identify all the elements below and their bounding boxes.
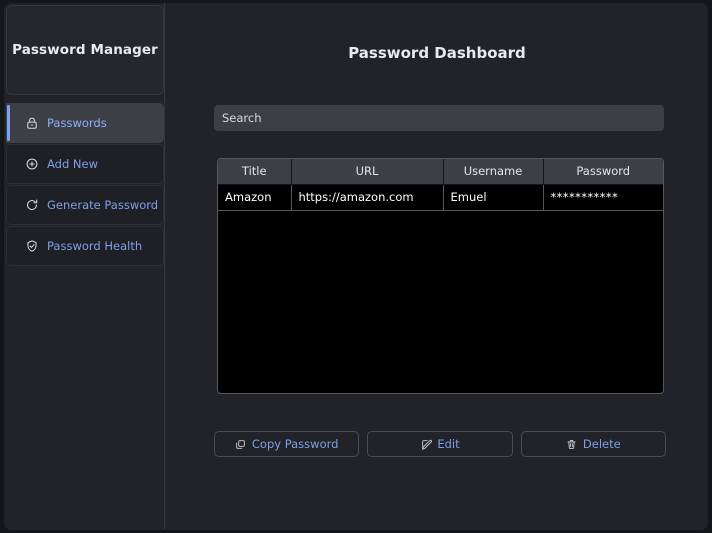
- sidebar-item-label: Passwords: [47, 116, 107, 130]
- cell-username: Emuel: [443, 184, 544, 211]
- cell-url: https://amazon.com: [291, 184, 444, 211]
- app-title: Password Manager: [12, 42, 158, 58]
- sidebar-item-label: Generate Password: [47, 198, 159, 212]
- edit-button[interactable]: Edit: [367, 431, 513, 457]
- table-row[interactable]: Amazon https://amazon.com Emuel ********…: [218, 184, 663, 211]
- shield-check-icon: [24, 239, 39, 254]
- page-title: Password Dashboard: [348, 44, 526, 62]
- cell-title: Amazon: [218, 184, 292, 211]
- lock-icon: [24, 116, 39, 131]
- copy-password-button[interactable]: Copy Password: [214, 431, 360, 457]
- password-table: Title URL Username Password Amazon https…: [218, 159, 663, 211]
- sidebar-item-passwords[interactable]: Passwords: [6, 103, 164, 143]
- password-table-container: Title URL Username Password Amazon https…: [217, 158, 664, 394]
- column-header-title[interactable]: Title: [218, 159, 292, 185]
- copy-icon: [235, 438, 247, 450]
- sidebar-item-label: Add New: [47, 157, 99, 171]
- sidebar-nav: Passwords Add New Generate Password Pass…: [6, 103, 164, 267]
- table-header-row: Title URL Username Password: [218, 159, 663, 185]
- sidebar: Password Manager Passwords Add New Gener…: [4, 3, 165, 530]
- sidebar-item-generate-password[interactable]: Generate Password: [6, 185, 164, 225]
- column-header-url[interactable]: URL: [291, 159, 444, 185]
- delete-button[interactable]: Delete: [520, 431, 666, 457]
- edit-pencil-icon: [420, 438, 432, 450]
- main-content: Password Dashboard Title URL Username Pa…: [166, 3, 708, 530]
- sidebar-item-label: Password Health: [47, 239, 143, 253]
- delete-label: Delete: [582, 437, 621, 451]
- column-header-username[interactable]: Username: [443, 159, 544, 185]
- sidebar-header: Password Manager: [6, 5, 164, 95]
- cell-password: ***********: [543, 184, 663, 211]
- sidebar-item-add-new[interactable]: Add New: [6, 144, 164, 184]
- plus-circle-icon: [24, 157, 39, 172]
- column-header-password[interactable]: Password: [543, 159, 663, 185]
- sidebar-item-password-health[interactable]: Password Health: [6, 226, 164, 266]
- app-window: Password Manager Passwords Add New Gener…: [4, 3, 708, 530]
- refresh-icon: [24, 198, 39, 213]
- edit-label: Edit: [437, 437, 460, 451]
- trash-icon: [566, 438, 578, 450]
- search-input[interactable]: [214, 105, 664, 131]
- copy-password-label: Copy Password: [251, 437, 339, 451]
- action-button-bar: Copy Password Edit Delete: [214, 431, 666, 457]
